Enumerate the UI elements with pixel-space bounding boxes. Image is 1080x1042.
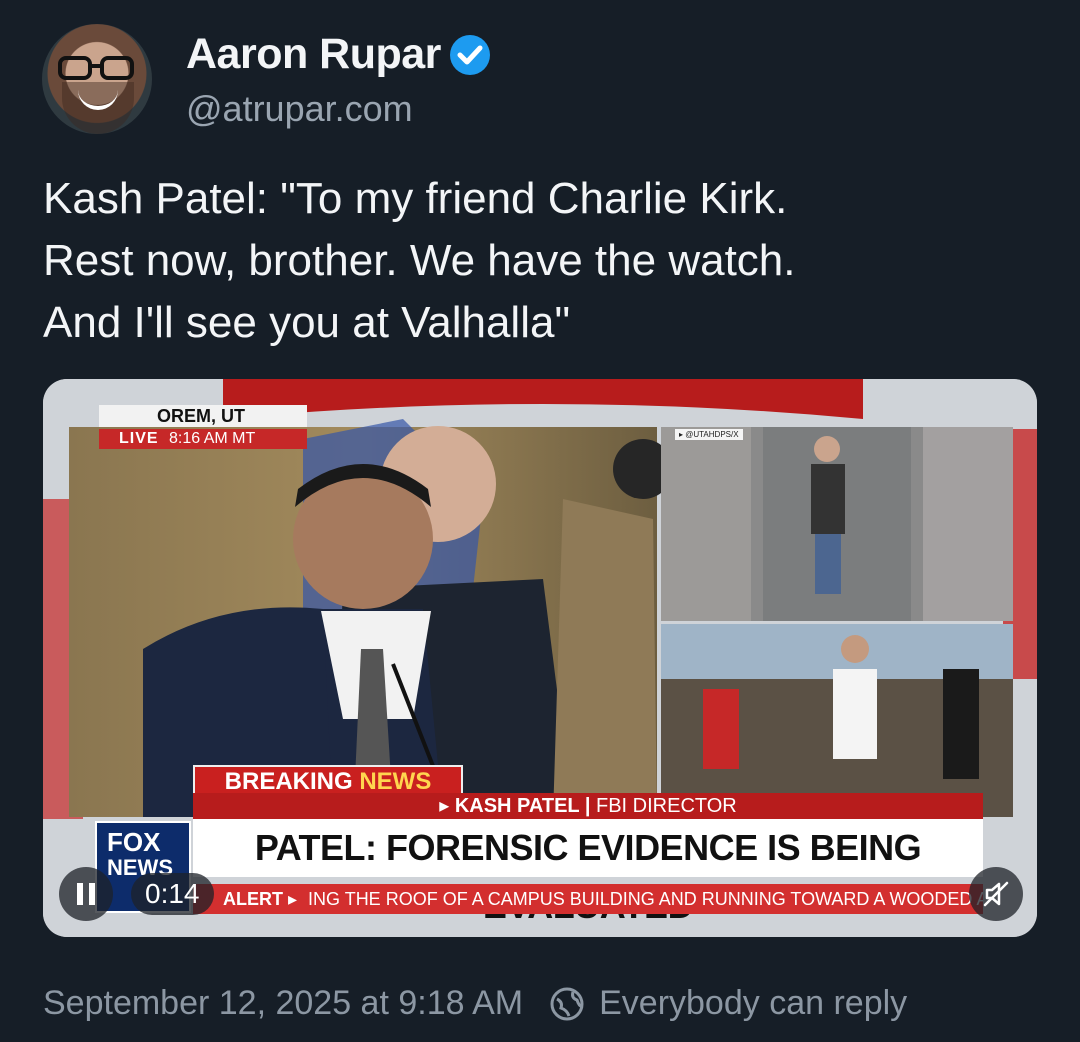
- live-badge: LIVE: [119, 430, 159, 447]
- avatar-glasses: [58, 56, 134, 80]
- verified-badge-icon: [449, 34, 490, 75]
- author-name-row: Aaron Rupar: [186, 30, 491, 79]
- post-timestamp[interactable]: September 12, 2025 at 9:18 AM: [43, 984, 523, 1023]
- reply-setting-label: Everybody can reply: [599, 984, 908, 1022]
- post-text: Kash Patel: "To my friend Charlie Kirk. …: [43, 168, 1043, 354]
- chyron-headline: PATEL: FORENSIC EVIDENCE IS BEING EVALUA…: [193, 819, 983, 926]
- network-logo-top: FOX: [107, 827, 161, 857]
- mute-button[interactable]: [969, 867, 1023, 921]
- author-handle[interactable]: @atrupar.com: [186, 88, 413, 130]
- live-time-bar: LIVE 8:16 AM MT: [99, 429, 307, 449]
- post-text-line: And I'll see you at Valhalla": [43, 298, 571, 347]
- reply-setting: Everybody can reply: [549, 984, 907, 1023]
- source-tag: ▸ @UTAHDPS/X: [675, 429, 743, 440]
- post-text-line: Kash Patel: "To my friend Charlie Kirk.: [43, 174, 788, 223]
- video-player[interactable]: OREM, UT LIVE 8:16 AM MT ▸ @UTAHDPS/X BR…: [43, 379, 1037, 937]
- breaking-news-box: BREAKING NEWS: [193, 765, 463, 795]
- post-footer: September 12, 2025 at 9:18 AM Everybody …: [43, 984, 907, 1023]
- breaking-label: BREAKING: [224, 768, 353, 795]
- speaker-bar: ▸ KASH PATEL | FBI DIRECTOR: [193, 793, 983, 819]
- location-label: OREM, UT: [99, 405, 307, 427]
- news-ticker: ALERT ▸ ING THE ROOF OF A CAMPUS BUILDIN…: [193, 884, 983, 914]
- author-display-name[interactable]: Aaron Rupar: [186, 30, 441, 79]
- speaker-name: ▸ KASH PATEL: [439, 795, 580, 817]
- speaker-role: FBI DIRECTOR: [596, 795, 737, 817]
- ticker-text: ING THE ROOF OF A CAMPUS BUILDING AND RU…: [308, 889, 983, 909]
- mute-icon: [983, 881, 1009, 907]
- post-text-line: Rest now, brother. We have the watch.: [43, 236, 796, 285]
- globe-reply-icon: [550, 987, 584, 1020]
- live-time: 8:16 AM MT: [169, 430, 256, 447]
- news-label: NEWS: [359, 768, 432, 795]
- pause-icon[interactable]: [59, 867, 113, 921]
- author-avatar[interactable]: [42, 24, 152, 134]
- elapsed-time: 0:14: [131, 873, 214, 915]
